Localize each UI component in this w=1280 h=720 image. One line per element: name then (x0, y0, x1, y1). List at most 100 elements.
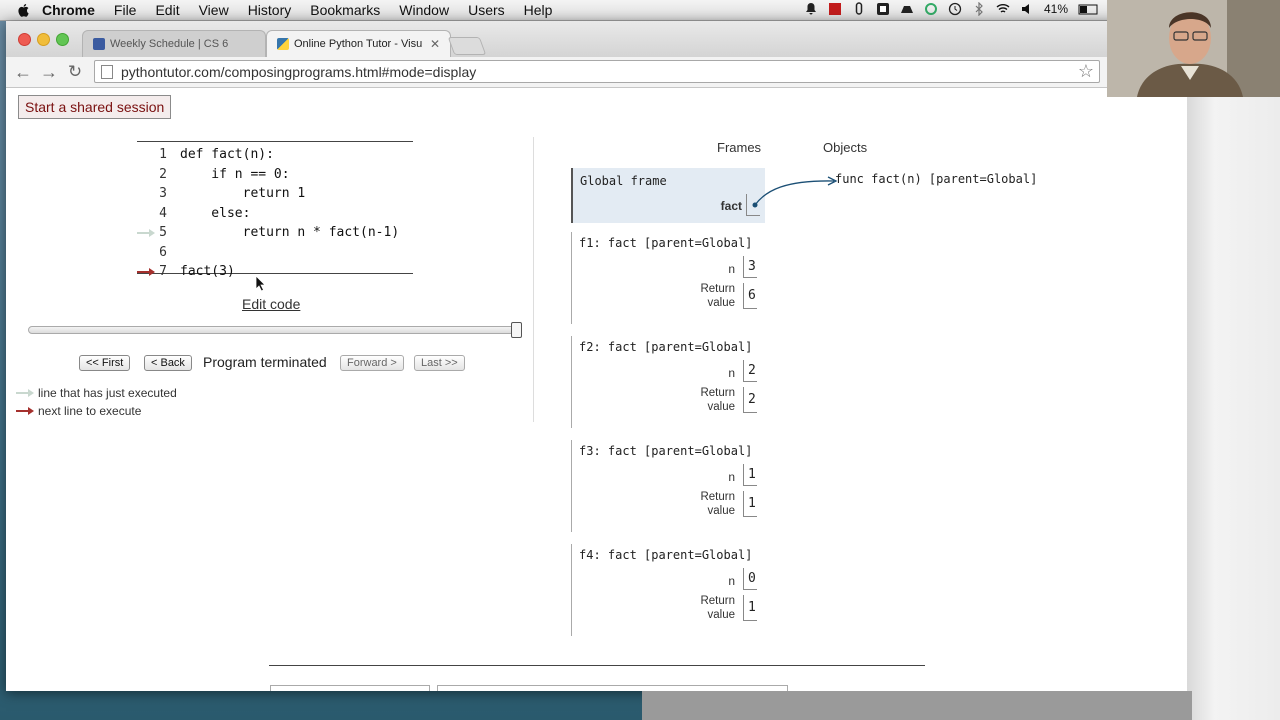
red-app-icon[interactable] (828, 2, 842, 16)
reload-icon[interactable]: ↻ (64, 61, 86, 83)
drive-icon[interactable] (900, 2, 914, 16)
sync-icon[interactable] (924, 2, 938, 16)
start-shared-session-button[interactable]: Start a shared session (18, 95, 172, 119)
frame-title: f3: fact [parent=Global] (579, 444, 753, 458)
code-line: 7 fact(3) (137, 262, 413, 282)
frames-header: Frames (717, 140, 762, 155)
battery-icon[interactable] (1078, 2, 1100, 16)
new-tab-button[interactable] (447, 37, 487, 55)
pointer-arrow (752, 176, 838, 208)
var-value-n: 2 (743, 360, 757, 382)
last-button[interactable]: Last >> (414, 355, 465, 371)
executed-arrow-icon (16, 389, 34, 397)
menubar: Chrome File Edit View History Bookmarks … (0, 0, 1280, 21)
edit-code-link[interactable]: Edit code (242, 296, 300, 312)
code-text: def fact(n): (180, 147, 274, 163)
global-frame: Global frame fact (571, 168, 765, 223)
app-square-icon[interactable] (876, 2, 890, 16)
legend-executed-label: line that has just executed (38, 386, 177, 400)
desktop-background (1187, 97, 1280, 720)
code-line: 2 if n == 0: (137, 165, 413, 185)
forward-arrow-icon[interactable]: → (38, 61, 60, 83)
step-slider-track[interactable] (28, 326, 522, 334)
bluetooth-icon[interactable] (972, 2, 986, 16)
execution-status: Program terminated (203, 354, 327, 370)
tab-python-tutor[interactable]: Online Python Tutor - Visu ✕ (266, 30, 451, 57)
menu-app-name[interactable]: Chrome (42, 2, 95, 18)
code-line: 1 def fact(n): (137, 145, 413, 165)
legend-next: next line to execute (16, 404, 141, 418)
next-line-arrow-icon (137, 267, 155, 276)
code-line: 5 return n * fact(n-1) (137, 223, 413, 243)
return-value: 1 (743, 491, 757, 517)
global-frame-title: Global frame (580, 174, 667, 188)
var-name-n: n (728, 262, 735, 276)
url-text[interactable]: pythontutor.com/composingprograms.html#m… (121, 64, 476, 80)
return-value: 6 (743, 283, 757, 309)
stack-frame-f3: f3: fact [parent=Global] n 1 Return value 1 (571, 440, 764, 532)
step-slider-handle[interactable] (511, 322, 522, 338)
menu-help[interactable]: Help (524, 2, 553, 18)
desktop-background-bottom (642, 691, 1192, 720)
menu-edit[interactable]: Edit (155, 2, 179, 18)
line-number: 2 (159, 166, 167, 182)
pointer-line (754, 180, 835, 206)
code-line: 3 return 1 (137, 184, 413, 204)
close-window-button[interactable] (18, 33, 31, 46)
line-number: 6 (159, 244, 167, 260)
var-name-n: n (728, 366, 735, 380)
menu-file[interactable]: File (114, 2, 137, 18)
favicon-icon (93, 38, 105, 50)
browser-window: Weekly Schedule | CS 6 Online Python Tut… (6, 21, 1187, 691)
minimize-window-button[interactable] (37, 33, 50, 46)
menu-users[interactable]: Users (468, 2, 505, 18)
return-value-label: Return value (700, 595, 735, 621)
menu-extras: 41% (804, 2, 1100, 16)
back-button[interactable]: < Back (144, 355, 192, 371)
executed-line-arrow-icon (137, 228, 155, 237)
var-value-n: 0 (743, 568, 757, 590)
frame-title: f4: fact [parent=Global] (579, 548, 753, 562)
stack-frame-f4: f4: fact [parent=Global] n 0 Return value 1 (571, 544, 764, 636)
code-line: 6 (137, 243, 413, 263)
var-name-n: n (728, 470, 735, 484)
first-button[interactable]: << First (79, 355, 131, 371)
notification-bell-icon[interactable] (804, 2, 818, 16)
next-arrow-icon (16, 407, 34, 415)
return-value-label: Return value (700, 387, 735, 413)
code-display: 1 def fact(n): 2 if n == 0: 3 return 14 els… (137, 141, 413, 279)
forward-button[interactable]: Forward > (340, 355, 404, 371)
objects-header: Objects (823, 140, 868, 155)
menu-window[interactable]: Window (399, 2, 449, 18)
back-arrow-icon[interactable]: ← (12, 61, 34, 83)
zoom-window-button[interactable] (56, 33, 69, 46)
line-number: 5 (159, 225, 167, 241)
tab-weekly-schedule[interactable]: Weekly Schedule | CS 6 (82, 30, 266, 57)
apple-menu-icon[interactable] (16, 2, 32, 18)
code-text: fact(3) (180, 264, 235, 280)
line-number: 1 (159, 147, 167, 163)
bookmark-star-icon[interactable]: ☆ (1078, 61, 1094, 82)
close-tab-icon[interactable]: ✕ (430, 37, 440, 51)
webcam-overlay (1107, 0, 1280, 97)
code-text: return 1 (180, 186, 306, 202)
return-value: 1 (743, 595, 757, 621)
menu-history[interactable]: History (248, 2, 292, 18)
volume-icon[interactable] (1020, 2, 1034, 16)
menu-bookmarks[interactable]: Bookmarks (310, 2, 380, 18)
mouse-cursor-icon (255, 275, 266, 292)
stack-frame-f2: f2: fact [parent=Global] n 2 Return value 2 (571, 336, 764, 428)
code-text: else: (180, 205, 251, 221)
time-machine-icon[interactable] (948, 2, 962, 16)
mic-icon[interactable] (852, 2, 866, 16)
wifi-icon[interactable] (996, 2, 1010, 16)
panel-divider (533, 137, 534, 422)
var-value-n: 1 (743, 464, 757, 486)
bottom-stub-left (270, 685, 430, 691)
code-text: return n * fact(n-1) (180, 225, 400, 241)
page-content: Start a shared session 1 def fact(n): 2 if… (6, 88, 1187, 691)
address-bar[interactable]: pythontutor.com/composingprograms.html#m… (94, 60, 1100, 83)
code-text: if n == 0: (180, 166, 290, 182)
menu-view[interactable]: View (199, 2, 229, 18)
browser-toolbar: ← → ↻ pythontutor.com/composingprograms.… (6, 57, 1187, 88)
